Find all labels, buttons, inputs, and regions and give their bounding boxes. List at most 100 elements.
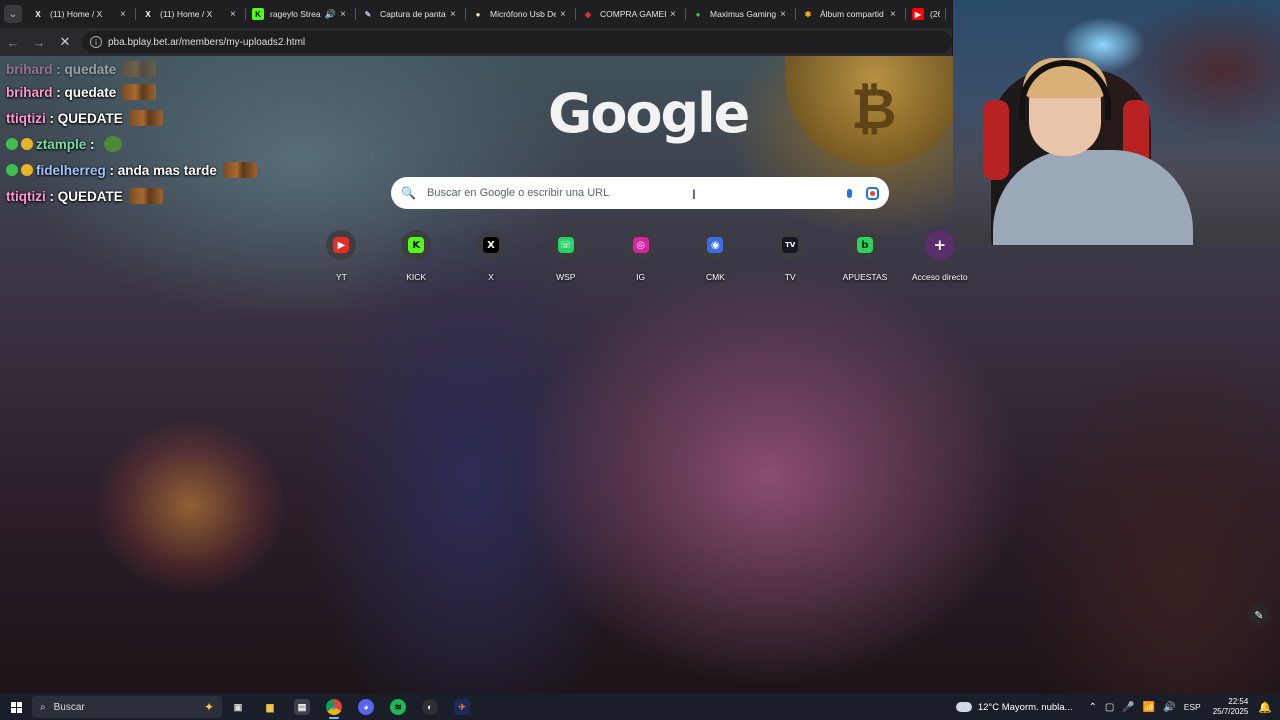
shortcut-tile[interactable]: ◉ — [700, 230, 731, 260]
store-taskbar-button[interactable]: ▤ — [286, 694, 318, 720]
shortcut-tile[interactable]: X — [475, 230, 506, 260]
chat-username: fidelherreg — [36, 162, 106, 178]
discord-taskbar-button[interactable]: ◕ — [350, 694, 382, 720]
close-tab-icon[interactable]: × — [340, 9, 350, 20]
tradingview-icon: TV — [782, 237, 799, 253]
volume-icon[interactable]: 🔊 — [1163, 702, 1175, 713]
shortcut-label: IG — [636, 272, 646, 282]
wifi-icon[interactable]: 📶 — [1143, 702, 1155, 713]
shortcut-yt[interactable]: ▶ YT — [304, 230, 379, 282]
speaker-icon[interactable]: 🔊 — [325, 9, 336, 20]
tray-overflow-icon[interactable]: ⌃ — [1088, 702, 1096, 713]
chat-username: brihard — [6, 84, 53, 100]
bplay-icon: b — [856, 237, 873, 253]
shortcut-tile[interactable]: K — [401, 230, 432, 260]
close-tab-icon[interactable]: × — [230, 9, 240, 20]
close-tab-icon[interactable]: × — [780, 9, 790, 20]
emote-icon — [122, 61, 157, 77]
shortcut-tile[interactable]: ▶ — [326, 230, 357, 260]
pen-icon: ✎ — [362, 8, 374, 20]
back-button[interactable]: ← — [0, 35, 26, 50]
search-input[interactable]: Buscar en Google o escribir una URL — [427, 187, 842, 199]
shortcut-tile[interactable]: ☏ — [550, 230, 581, 260]
close-tab-icon[interactable]: × — [450, 9, 460, 20]
site-info-icon[interactable]: i — [90, 36, 102, 48]
tray-app-icon[interactable]: ▢ — [1105, 702, 1114, 713]
shortcut-ig[interactable]: ◎ IG — [603, 230, 678, 282]
tab[interactable]: ✎ Captura de panta × — [356, 0, 466, 28]
spotify-taskbar-button[interactable]: ≋ — [382, 694, 414, 720]
obs-taskbar-button[interactable]: ◐ — [414, 694, 446, 720]
bitcoin-icon: ₿ — [851, 77, 897, 142]
shortcut-kick[interactable]: K KICK — [379, 230, 454, 282]
microphone-icon[interactable]: 🎤 — [1122, 702, 1134, 713]
chat-separator: : — [52, 84, 65, 100]
shortcut-cmk[interactable]: ◉ CMK — [678, 230, 753, 282]
tab[interactable]: ● Maximus Gaming × — [686, 0, 796, 28]
close-tab-icon[interactable]: × — [560, 9, 570, 20]
task-view-taskbar-button[interactable]: ▣ — [222, 694, 254, 720]
language-indicator[interactable]: ESP — [1184, 702, 1201, 712]
tab[interactable]: ● Micrófono Usb De × — [466, 0, 576, 28]
shortcut-tv[interactable]: TV TV — [753, 230, 828, 282]
sub-badge-icon — [6, 138, 18, 150]
chat-separator: : — [52, 61, 65, 77]
shortcut-tile[interactable]: TV — [775, 230, 806, 260]
shortcut-x[interactable]: XX — [454, 230, 529, 282]
start-button[interactable] — [0, 701, 32, 713]
tab[interactable]: ✱ Álbum compartid × — [796, 0, 906, 28]
obs-icon: ◐ — [422, 699, 438, 715]
close-tab-icon[interactable]: × — [890, 9, 900, 20]
shortcut-tile[interactable]: ◎ — [625, 230, 656, 260]
tab-title: rageylo Strea — [270, 9, 321, 19]
customize-pencil-icon[interactable]: ✎ — [1248, 604, 1270, 626]
browser-toolbar: ← → ✕ i pba.bplay.bet.ar/members/my-uplo… — [0, 28, 952, 56]
tab[interactable]: ◆ COMPRA GAMER × — [576, 0, 686, 28]
tab[interactable]: X (11) Home / X × — [136, 0, 246, 28]
tab[interactable]: Krageylo Strea 🔊 × — [246, 0, 356, 28]
tab[interactable]: X (11) Home / X × — [26, 0, 136, 28]
tab-title: COMPRA GAMER — [600, 9, 666, 19]
weather-widget[interactable]: 12°C Mayorm. nubla... — [955, 702, 1072, 713]
search-icon: 🔍 — [401, 186, 416, 200]
chat-text: QUEDATE — [57, 188, 123, 204]
shortcut-apuestas[interactable]: b APUESTAS — [828, 230, 903, 282]
chat-message: brihard : quedate — [6, 59, 257, 79]
stream-chat-overlay: brihard : quedate brihard : quedate ttiqti… — [6, 59, 257, 209]
address-bar-url[interactable]: pba.bplay.bet.ar/members/my-uploads2.htm… — [108, 37, 305, 48]
address-bar[interactable]: i pba.bplay.bet.ar/members/my-uploads2.h… — [82, 31, 952, 53]
clock[interactable]: 22:54 25/7/2025 — [1213, 697, 1249, 717]
add-icon: + — [933, 236, 947, 254]
google-lens-icon[interactable] — [866, 186, 879, 200]
shortcut-tile[interactable]: + — [924, 230, 955, 260]
chat-username: ttiqtizi — [6, 188, 46, 204]
stop-loading-button[interactable]: ✕ — [52, 34, 78, 50]
x-logo: X — [32, 8, 44, 20]
close-tab-icon[interactable]: × — [670, 9, 680, 20]
shortcut-label: TV — [784, 272, 796, 282]
streamer-tool-taskbar-button[interactable]: ✈ — [446, 694, 478, 720]
search-box[interactable]: 🔍 Buscar en Google o escribir una URL — [391, 177, 889, 209]
tab-title: Micrófono Usb De — [490, 9, 556, 19]
tab-search-button[interactable]: ⌄ — [0, 0, 26, 28]
tab[interactable]: ▶ (265) — [906, 0, 946, 28]
voice-search-icon[interactable] — [842, 186, 856, 200]
chat-message: fidelherreg : anda mas tarde — [6, 157, 257, 183]
youtube-icon: ▶ — [333, 237, 350, 253]
sparkle-icon: ✦ — [203, 700, 214, 714]
shortcut-tile[interactable]: b — [849, 230, 880, 260]
taskbar-search[interactable]: ⌕ Buscar ✦ — [32, 696, 222, 718]
emote-icon — [128, 188, 163, 204]
chrome-taskbar-button[interactable]: ● — [318, 694, 350, 720]
photos-icon: ✱ — [802, 8, 814, 20]
close-tab-icon[interactable]: × — [120, 9, 130, 20]
forward-button[interactable]: → — [26, 35, 52, 50]
shortcut-wsp[interactable]: ☏ WSP — [528, 230, 603, 282]
chrome-icon: ● — [326, 699, 342, 715]
text-cursor-icon: I — [692, 186, 696, 202]
notifications-bell-icon[interactable]: 🔔 — [1258, 701, 1272, 714]
file-explorer-taskbar-button[interactable]: ▆ — [254, 694, 286, 720]
shortcut-label: KICK — [406, 272, 427, 282]
google-logo: Google — [548, 82, 750, 145]
clock-time: 22:54 — [1228, 697, 1249, 706]
